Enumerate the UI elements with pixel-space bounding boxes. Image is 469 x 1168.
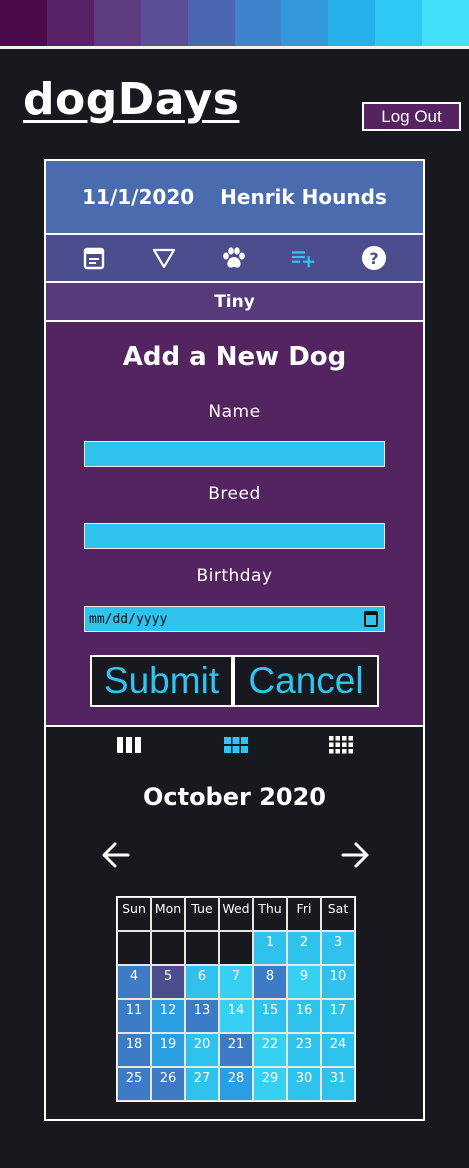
weekday-header: Sat: [321, 897, 355, 931]
add-list-icon[interactable]: [291, 245, 317, 271]
birthday-input[interactable]: mm/dd/yyyy: [84, 606, 385, 632]
paw-icon[interactable]: [221, 245, 247, 271]
gradient-stripe: [0, 0, 469, 46]
current-date: 11/1/2020: [82, 185, 195, 209]
stripe-divider: [0, 46, 469, 49]
day-cell[interactable]: 7: [219, 965, 253, 999]
day-cell[interactable]: 22: [253, 1033, 287, 1067]
stripe-segment: [422, 0, 469, 46]
cancel-button[interactable]: Cancel: [233, 655, 379, 707]
day-cell[interactable]: 10: [321, 965, 355, 999]
day-cell[interactable]: 6: [185, 965, 219, 999]
submit-button[interactable]: Submit: [90, 655, 233, 707]
day-cell[interactable]: 15: [253, 999, 287, 1033]
day-cell[interactable]: 12: [151, 999, 185, 1033]
day-cell[interactable]: 16: [287, 999, 321, 1033]
empty-day-cell: [117, 931, 151, 965]
empty-day-cell: [151, 931, 185, 965]
year-view-icon[interactable]: [329, 736, 353, 754]
next-month-arrow-icon[interactable]: [340, 842, 370, 872]
user-name: Henrik Hounds: [220, 185, 387, 209]
name-label: Name: [208, 402, 261, 422]
day-cell[interactable]: 5: [151, 965, 185, 999]
main-panel: 11/1/2020 Henrik Hounds ? Tiny Add a New…: [44, 159, 425, 1121]
day-cell[interactable]: 21: [219, 1033, 253, 1067]
day-cell[interactable]: 2: [287, 931, 321, 965]
day-cell[interactable]: 28: [219, 1067, 253, 1101]
form-title: Add a New Dog: [122, 342, 347, 372]
day-cell[interactable]: 24: [321, 1033, 355, 1067]
breed-label: Breed: [208, 484, 261, 504]
empty-day-cell: [185, 931, 219, 965]
day-cell[interactable]: 18: [117, 1033, 151, 1067]
stripe-segment: [328, 0, 376, 46]
prev-month-arrow-icon[interactable]: [101, 842, 131, 872]
day-cell[interactable]: 27: [185, 1067, 219, 1101]
calendar-icon[interactable]: [81, 245, 107, 271]
stripe-segment: [281, 0, 329, 46]
stripe-segment: [187, 0, 235, 46]
weekday-header: Tue: [185, 897, 219, 931]
birthday-label: Birthday: [196, 566, 273, 586]
birthday-placeholder: mm/dd/yyyy: [89, 611, 168, 627]
stripe-segment: [93, 0, 141, 46]
month-view-icon[interactable]: [224, 736, 248, 754]
help-icon[interactable]: ?: [361, 245, 387, 271]
day-cell[interactable]: 26: [151, 1067, 185, 1101]
stripe-segment: [46, 0, 94, 46]
stripe-segment: [375, 0, 423, 46]
calendar-grid: Sun Mon Tue Wed Thu Fri Sat 1 2 3 4 5 6 7 8 9 10 11 12 13 14…: [116, 896, 356, 1102]
day-cell[interactable]: 19: [151, 1033, 185, 1067]
weekday-header: Sun: [117, 897, 151, 931]
name-input[interactable]: [84, 441, 385, 467]
calendar-section: October 2020 Sun Mon Tue Wed Thu Fri Sat 1 2 3 4 5 6…: [46, 727, 423, 1119]
day-cell[interactable]: 8: [253, 965, 287, 999]
weekday-header: Fri: [287, 897, 321, 931]
size-filter-label[interactable]: Tiny: [46, 283, 423, 320]
stripe-segment: [140, 0, 188, 46]
day-cell[interactable]: 11: [117, 999, 151, 1033]
filter-icon[interactable]: [151, 245, 177, 271]
svg-text:?: ?: [369, 249, 378, 268]
breed-input[interactable]: [84, 523, 385, 549]
day-cell[interactable]: 23: [287, 1033, 321, 1067]
day-cell[interactable]: 13: [185, 999, 219, 1033]
day-cell[interactable]: 30: [287, 1067, 321, 1101]
month-label: October 2020: [142, 783, 327, 811]
weekday-header: Wed: [219, 897, 253, 931]
date-picker-icon[interactable]: [364, 611, 378, 627]
day-cell[interactable]: 31: [321, 1067, 355, 1101]
nav-bar: ?: [46, 235, 423, 281]
stripe-segment: [234, 0, 282, 46]
day-cell[interactable]: 29: [253, 1067, 287, 1101]
day-cell[interactable]: 3: [321, 931, 355, 965]
day-cell[interactable]: 25: [117, 1067, 151, 1101]
day-cell[interactable]: 9: [287, 965, 321, 999]
day-cell[interactable]: 17: [321, 999, 355, 1033]
weekday-header: Mon: [151, 897, 185, 931]
stripe-segment: [0, 0, 47, 46]
app-title: dogDays: [23, 74, 240, 125]
weekday-header: Thu: [253, 897, 287, 931]
day-cell[interactable]: 20: [185, 1033, 219, 1067]
empty-day-cell: [219, 931, 253, 965]
day-cell[interactable]: 4: [117, 965, 151, 999]
header-bar: 11/1/2020 Henrik Hounds: [46, 161, 423, 233]
add-dog-form: Add a New Dog Name Breed Birthday mm/dd/…: [46, 322, 423, 725]
week-view-icon[interactable]: [117, 736, 141, 754]
day-cell[interactable]: 14: [219, 999, 253, 1033]
logout-button[interactable]: Log Out: [362, 102, 461, 131]
day-cell[interactable]: 1: [253, 931, 287, 965]
